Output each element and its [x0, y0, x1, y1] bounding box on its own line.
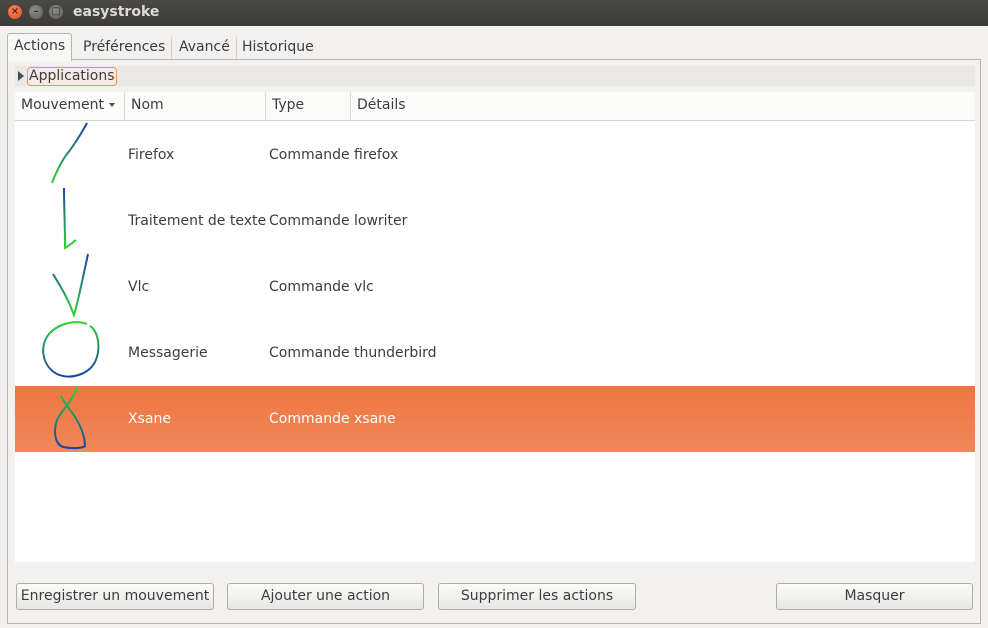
cell-type: Commande: [269, 279, 350, 295]
column-header-nom[interactable]: Nom: [125, 92, 266, 120]
cell-type: Commande: [269, 213, 350, 229]
applications-expander[interactable]: Applications: [15, 66, 975, 86]
column-header-type[interactable]: Type: [266, 92, 351, 120]
table-header: Mouvement Nom Type Détails: [15, 92, 975, 121]
gesture-l-icon: [63, 187, 77, 250]
cell-type: Commande: [269, 411, 350, 427]
cell-name: Messagerie: [128, 345, 208, 361]
table-row-selected[interactable]: Xsane Commande xsane: [15, 385, 975, 452]
add-action-button[interactable]: Ajouter une action: [227, 583, 424, 610]
applications-expander-label[interactable]: Applications: [27, 67, 117, 86]
cell-details: lowriter: [354, 213, 408, 229]
tab-avance[interactable]: Avancé: [173, 37, 237, 60]
cell-type: Commande: [269, 345, 350, 361]
cell-name: Firefox: [128, 147, 175, 163]
record-gesture-button[interactable]: Enregistrer un mouvement: [16, 583, 214, 610]
column-header-details[interactable]: Détails: [351, 92, 975, 120]
cell-details: firefox: [354, 147, 399, 163]
delete-actions-button[interactable]: Supprimer les actions: [438, 583, 636, 610]
table-row[interactable]: Firefox Commande firefox: [15, 122, 975, 188]
cell-details: xsane: [354, 411, 396, 427]
cell-details: vlc: [354, 279, 374, 295]
gesture-circle-icon: [42, 321, 100, 378]
table-row[interactable]: Traitement de texte Commande lowriter: [15, 187, 975, 254]
table-row[interactable]: Messagerie Commande thunderbird: [15, 320, 975, 386]
gesture-v-icon: [52, 253, 89, 319]
gesture-diagonal-icon: [51, 122, 88, 184]
actions-table[interactable]: Mouvement Nom Type Détails Firefox Comma…: [15, 92, 975, 562]
cell-name: Traitement de texte: [128, 213, 267, 229]
sort-down-icon: [109, 103, 116, 107]
tab-actions[interactable]: Actions: [7, 33, 73, 61]
expander-arrow-icon[interactable]: [18, 71, 24, 81]
column-header-mouvement[interactable]: Mouvement: [15, 92, 125, 120]
window-title: easystroke: [73, 4, 160, 20]
cell-name: Xsane: [128, 411, 171, 427]
minimize-icon[interactable]: –: [29, 5, 43, 19]
table-row[interactable]: Vlc Commande vlc: [15, 253, 975, 320]
cell-type: Commande: [269, 147, 350, 163]
hide-button[interactable]: Masquer: [776, 583, 973, 610]
cell-name: Vlc: [128, 279, 150, 295]
tab-preferences[interactable]: Préférences: [77, 37, 173, 60]
column-header-label: Mouvement: [21, 97, 105, 113]
cell-details: thunderbird: [354, 345, 437, 361]
gesture-loop-icon: [54, 385, 87, 450]
close-icon[interactable]: ×: [8, 5, 22, 19]
title-bar: × – □ easystroke: [0, 0, 988, 26]
tab-historique[interactable]: Historique: [236, 37, 320, 60]
maximize-icon[interactable]: □: [49, 5, 63, 19]
